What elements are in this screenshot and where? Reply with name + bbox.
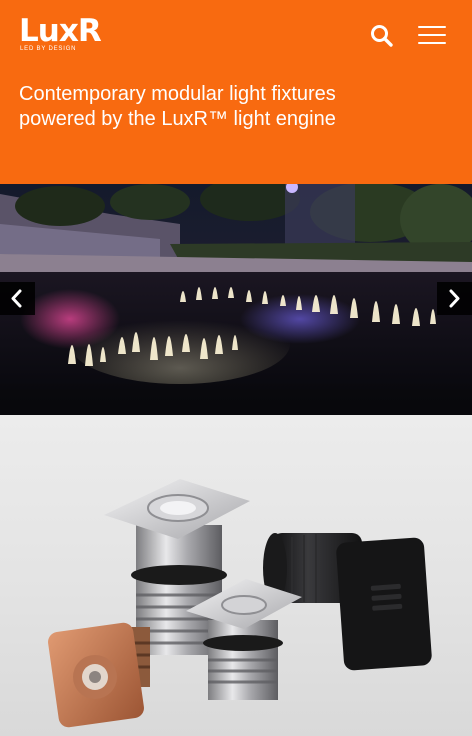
hero-tagline: Contemporary modular light fixtures powe… — [19, 83, 336, 130]
hamburger-menu-icon-bar — [418, 42, 446, 44]
site-header: LuxR LED BY DESIGN Contemporary modular … — [0, 0, 472, 184]
search-icon — [371, 25, 393, 47]
menu-button[interactable] — [416, 24, 450, 46]
fountain-night-photo — [0, 184, 472, 415]
light-fixtures-photo — [48, 479, 432, 728]
product-showcase-image — [0, 415, 472, 736]
logo-wordmark: LuxR — [19, 13, 102, 49]
logo-tagline: LED BY DESIGN — [20, 46, 77, 52]
chevron-left-icon — [11, 289, 22, 308]
hamburger-menu-icon-bar — [418, 34, 446, 36]
hamburger-menu-icon — [418, 26, 446, 28]
luxr-logo[interactable]: LuxR LED BY DESIGN — [19, 13, 119, 53]
carousel-prev-button[interactable] — [0, 282, 35, 315]
search-button[interactable] — [368, 22, 396, 50]
hero-carousel-image — [0, 184, 472, 415]
carousel-next-button[interactable] — [437, 282, 472, 315]
chevron-right-icon — [449, 289, 460, 308]
